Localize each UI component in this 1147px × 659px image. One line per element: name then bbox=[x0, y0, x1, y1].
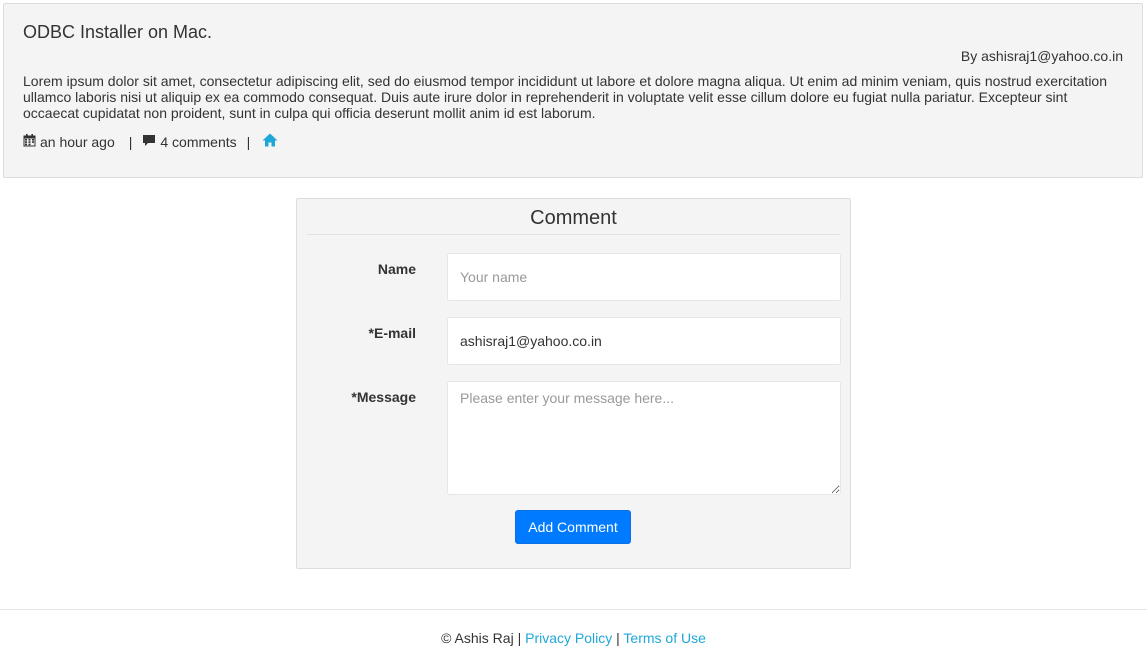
name-label: Name bbox=[377, 261, 416, 277]
comment-icon bbox=[142, 134, 156, 150]
add-comment-button[interactable]: Add Comment bbox=[515, 510, 631, 544]
home-icon[interactable] bbox=[262, 133, 278, 150]
post-comments-count[interactable]: 4 comments bbox=[160, 134, 236, 150]
email-label: *E-mail bbox=[368, 325, 416, 341]
footer-separator: | bbox=[616, 630, 620, 646]
name-input[interactable] bbox=[447, 253, 841, 301]
post-meta: an hour ago | 4 comments | bbox=[23, 133, 282, 150]
privacy-policy-link[interactable]: Privacy Policy bbox=[525, 630, 612, 646]
post-title: ODBC Installer on Mac. bbox=[23, 22, 213, 42]
message-label: *Message bbox=[351, 389, 416, 405]
meta-separator: | bbox=[128, 133, 133, 150]
footer-separator: | bbox=[517, 630, 522, 646]
post-panel: ODBC Installer on Mac. By ashisraj1@yaho… bbox=[3, 3, 1143, 178]
footer-divider bbox=[0, 609, 1147, 610]
comment-title: Comment bbox=[307, 207, 840, 235]
comment-panel: Comment Name *E-mail *Message Add Commen… bbox=[296, 198, 851, 569]
footer-copyright: © Ashis Raj bbox=[441, 630, 514, 646]
post-date: an hour ago bbox=[40, 133, 115, 150]
message-textarea[interactable] bbox=[447, 381, 841, 495]
meta-separator: | bbox=[246, 133, 251, 150]
post-author: By ashisraj1@yahoo.co.in bbox=[960, 48, 1123, 64]
post-body: Lorem ipsum dolor sit amet, consectetur … bbox=[23, 73, 1107, 121]
footer: © Ashis Raj | Privacy Policy | Terms of … bbox=[0, 630, 1147, 646]
calendar-icon bbox=[23, 133, 36, 150]
email-input[interactable] bbox=[447, 317, 841, 365]
terms-of-use-link[interactable]: Terms of Use bbox=[623, 630, 705, 646]
